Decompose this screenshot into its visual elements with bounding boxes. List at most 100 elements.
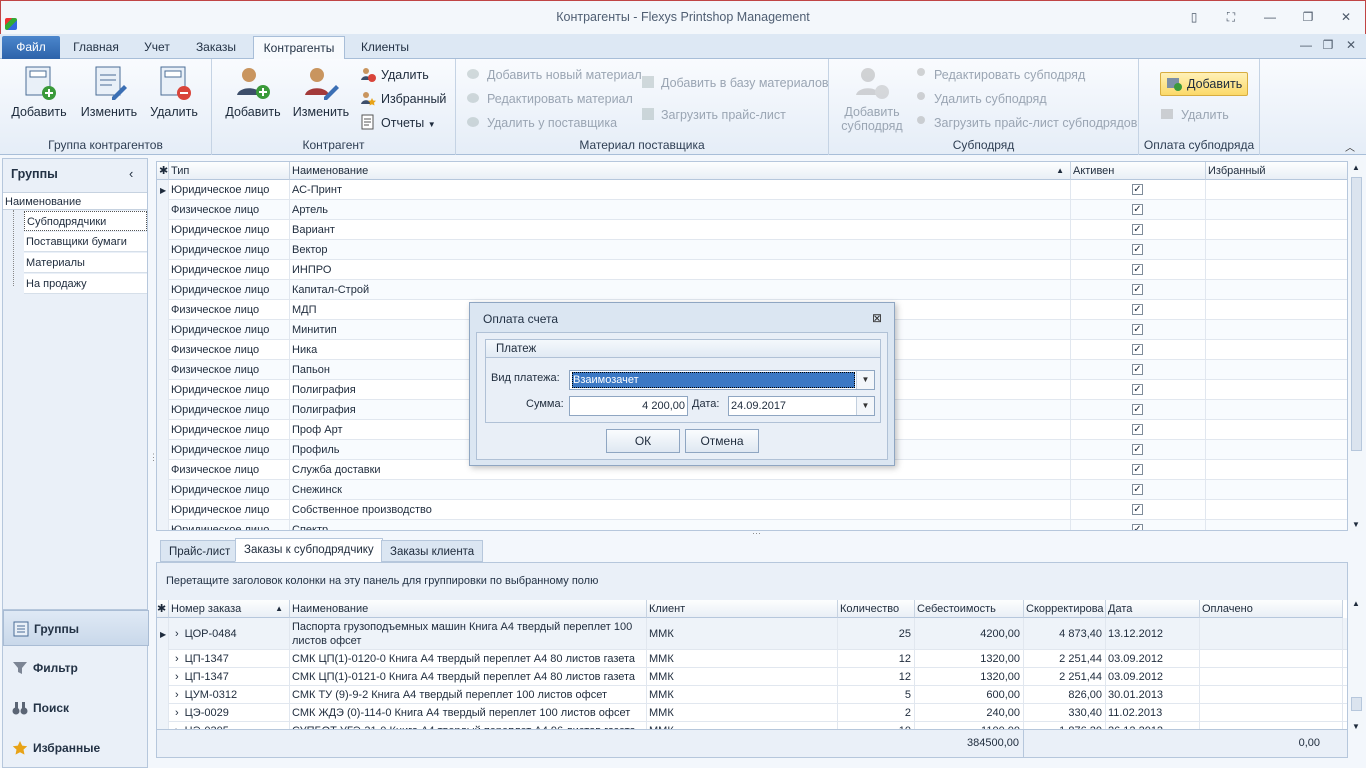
row-indicator[interactable] (157, 650, 169, 668)
tab-subcontractor-orders[interactable]: Заказы к субподрядчику (235, 538, 383, 562)
scroll-down-icon[interactable]: ▼ (1352, 722, 1360, 731)
col-header-quantity[interactable]: Количество (838, 600, 915, 618)
edit-material-button[interactable]: Редактировать материал (466, 89, 633, 109)
payment-type-select[interactable]: Взаимозачет ▼ (569, 370, 875, 390)
row-indicator[interactable] (157, 260, 169, 280)
expand-icon[interactable]: › (171, 689, 185, 701)
date-input[interactable]: 24.09.2017 ▼ (728, 396, 875, 416)
active-checkbox[interactable]: ✓ (1132, 444, 1143, 455)
col-header-cost[interactable]: Себестоимость (915, 600, 1024, 618)
scroll-up-icon[interactable]: ▲ (1352, 599, 1360, 608)
add-to-material-base-button[interactable]: Добавить в базу материалов (640, 73, 829, 93)
delete-group-button[interactable]: Удалить (145, 63, 203, 123)
grid-corner[interactable]: ✱ (157, 162, 169, 180)
grid-row[interactable]: Юридическое лицо Снежинск ✓ (157, 480, 1347, 500)
minimize-button[interactable]: — (1260, 9, 1280, 25)
row-indicator[interactable] (157, 704, 169, 722)
mdi-minimize-button[interactable]: — (1296, 37, 1316, 53)
row-indicator[interactable] (157, 686, 169, 704)
col-header-date[interactable]: Дата (1106, 600, 1200, 618)
active-checkbox[interactable]: ✓ (1132, 384, 1143, 395)
tab-accounting[interactable]: Учет (134, 36, 180, 59)
row-indicator[interactable] (157, 460, 169, 480)
add-subcontract-button[interactable]: Добавить субподряд (839, 63, 905, 133)
tab-home[interactable]: Главная (66, 36, 126, 59)
edit-group-button[interactable]: Изменить (80, 63, 138, 123)
tree-item-materials[interactable]: Материалы (24, 253, 147, 273)
grid-row[interactable]: ▶ Юридическое лицо АС-Принт ✓ (157, 180, 1347, 200)
active-checkbox[interactable]: ✓ (1132, 364, 1143, 375)
nav-favorites[interactable]: Избранные (3, 730, 149, 766)
expand-icon[interactable]: › (171, 653, 185, 665)
active-checkbox[interactable]: ✓ (1132, 484, 1143, 495)
grid-row[interactable]: Юридическое лицо Капитал-Строй ✓ (157, 280, 1347, 300)
orders-scrollbar[interactable]: ▲ ▼ (1349, 597, 1364, 733)
chevron-down-icon[interactable]: ▼ (856, 371, 874, 389)
active-checkbox[interactable]: ✓ (1132, 344, 1143, 355)
col-header-type[interactable]: Тип (169, 162, 290, 180)
add-contractor-button[interactable]: Добавить (224, 63, 282, 123)
row-indicator[interactable] (157, 500, 169, 520)
col-header-corrected[interactable]: Скорректирова (1024, 600, 1106, 618)
nav-search[interactable]: Поиск (3, 690, 149, 726)
maximize-button[interactable]: ❐ (1298, 9, 1318, 25)
col-header-order-number[interactable]: Номер заказа ▲ (169, 600, 290, 618)
close-button[interactable]: ✕ (1336, 9, 1356, 25)
row-indicator[interactable] (157, 520, 169, 530)
add-payment-button[interactable]: Добавить (1160, 72, 1249, 96)
scroll-down-icon[interactable]: ▼ (1352, 520, 1360, 529)
col-header-paid[interactable]: Оплачено (1200, 600, 1343, 618)
active-checkbox[interactable]: ✓ (1132, 504, 1143, 515)
mdi-close-button[interactable]: ✕ (1341, 37, 1361, 53)
row-indicator[interactable] (157, 320, 169, 340)
col-header-active[interactable]: Активен (1071, 162, 1206, 180)
row-indicator[interactable] (157, 220, 169, 240)
help-icon[interactable]: ▯ (1184, 9, 1204, 25)
tree-item-paper-suppliers[interactable]: Поставщики бумаги (24, 232, 147, 252)
active-checkbox[interactable]: ✓ (1132, 464, 1143, 475)
scroll-thumb[interactable] (1351, 697, 1362, 711)
tab-orders[interactable]: Заказы (188, 36, 244, 59)
tree-item-for-sale[interactable]: На продажу (24, 274, 147, 294)
row-indicator[interactable]: ▶ (157, 618, 169, 650)
row-indicator[interactable] (157, 420, 169, 440)
active-checkbox[interactable]: ✓ (1132, 184, 1143, 195)
grid-row[interactable]: Юридическое лицо Спектр ✓ (157, 520, 1347, 530)
edit-subcontract-button[interactable]: Редактировать субподряд (913, 65, 1085, 85)
dialog-close-icon[interactable]: ⊠ (872, 311, 882, 325)
scroll-thumb[interactable] (1351, 177, 1362, 451)
row-indicator[interactable] (157, 280, 169, 300)
reports-dropdown[interactable]: Отчеты ▼ (360, 113, 436, 133)
grid-scrollbar[interactable]: ▲ ▼ (1349, 161, 1364, 531)
add-group-button[interactable]: Добавить (10, 63, 68, 123)
tree-item-subcontractors[interactable]: Субподрядчики (24, 211, 147, 231)
active-checkbox[interactable]: ✓ (1132, 404, 1143, 415)
ok-button[interactable]: ОК (606, 429, 680, 453)
tab-file[interactable]: Файл (2, 36, 60, 59)
row-indicator[interactable] (157, 380, 169, 400)
tab-contractors[interactable]: Контрагенты (253, 36, 345, 60)
col-header-name[interactable]: Наименование ▲ (290, 162, 1071, 180)
row-indicator[interactable] (157, 440, 169, 460)
active-checkbox[interactable]: ✓ (1132, 224, 1143, 235)
expand-icon[interactable]: › (171, 628, 185, 640)
sum-input[interactable]: 4 200,00 (569, 396, 688, 416)
tab-client-orders[interactable]: Заказы клиента (381, 540, 484, 562)
edit-contractor-button[interactable]: Изменить (292, 63, 350, 123)
expand-icon[interactable]: › (171, 707, 185, 719)
nav-groups[interactable]: Группы (3, 610, 149, 646)
row-indicator[interactable] (157, 400, 169, 420)
active-checkbox[interactable]: ✓ (1132, 304, 1143, 315)
nav-filter[interactable]: Фильтр (3, 650, 149, 686)
delete-contractor-button[interactable]: Удалить (360, 65, 429, 85)
favorite-contractor-button[interactable]: Избранный (360, 89, 446, 109)
row-indicator[interactable] (157, 240, 169, 260)
row-indicator[interactable] (157, 668, 169, 686)
order-row[interactable]: › ЦЭ-0029 СМК ЖДЭ (0)-114-0 Книга А4 тверд… (157, 704, 1347, 722)
grid-row[interactable]: Юридическое лицо ИНПРО ✓ (157, 260, 1347, 280)
grid-row[interactable]: Физическое лицо Артель ✓ (157, 200, 1347, 220)
order-row[interactable]: › ЦП-1347 СМК ЦП(1)-0121-0 Книга А4 тверды… (157, 668, 1347, 686)
active-checkbox[interactable]: ✓ (1132, 264, 1143, 275)
tree-header[interactable]: Наименование (3, 192, 147, 210)
active-checkbox[interactable]: ✓ (1132, 204, 1143, 215)
